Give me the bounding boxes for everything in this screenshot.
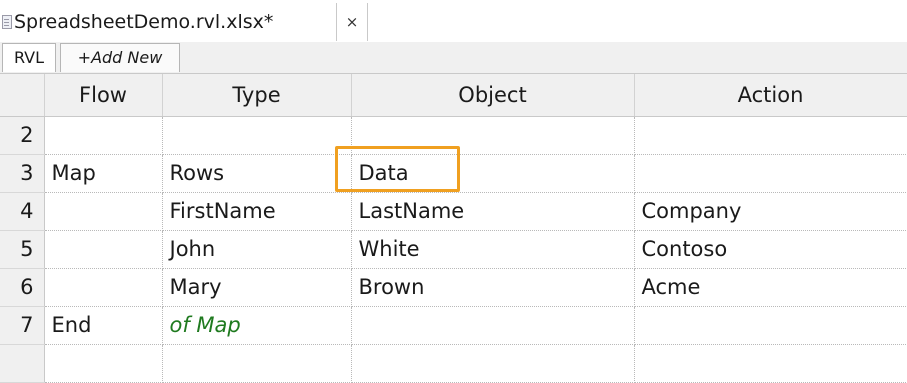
spreadsheet-grid: Flow Type Object Action 2 3 Map Rows Dat…: [0, 74, 907, 383]
cell-type[interactable]: Rows: [162, 154, 352, 193]
column-header-row: Flow Type Object Action: [0, 74, 907, 117]
row-header[interactable]: 2: [0, 116, 45, 155]
table-row: 3 Map Rows Data: [0, 154, 907, 193]
cell-action[interactable]: [634, 306, 907, 345]
document-tab-strip: SpreadsheetDemo.rvl.xlsx* ×: [0, 0, 907, 43]
cell-action[interactable]: [634, 344, 907, 383]
cell-type[interactable]: Mary: [162, 268, 352, 307]
cell-type-comment[interactable]: of Map: [162, 306, 352, 345]
cell-flow[interactable]: End: [44, 306, 163, 345]
cell-action[interactable]: [634, 116, 907, 155]
cell-type[interactable]: [162, 116, 352, 155]
cell-action[interactable]: Company: [634, 192, 907, 231]
row-header[interactable]: 7: [0, 306, 45, 345]
file-icon: [2, 15, 12, 29]
cell-type[interactable]: John: [162, 230, 352, 269]
cell-flow[interactable]: [44, 192, 163, 231]
table-row: 5 John White Contoso: [0, 230, 907, 269]
cell-object[interactable]: LastName: [351, 192, 635, 231]
cell-action[interactable]: Acme: [634, 268, 907, 307]
column-header-object[interactable]: Object: [351, 74, 635, 117]
cell-object[interactable]: [351, 306, 635, 345]
cell-flow[interactable]: [44, 268, 163, 307]
cell-flow[interactable]: [44, 230, 163, 269]
cell-type[interactable]: FirstName: [162, 192, 352, 231]
cell-object[interactable]: Brown: [351, 268, 635, 307]
sheet-tab-rvl[interactable]: RVL: [2, 43, 56, 72]
cell-action[interactable]: [634, 154, 907, 193]
row-header[interactable]: [0, 344, 45, 383]
column-header-flow[interactable]: Flow: [44, 74, 163, 117]
row-header[interactable]: 4: [0, 192, 45, 231]
sheet-tab-strip: RVL +Add New: [0, 42, 907, 74]
close-icon: ×: [345, 13, 359, 31]
table-row: 7 End of Map: [0, 306, 907, 345]
cell-flow[interactable]: Map: [44, 154, 163, 193]
add-new-sheet-tab[interactable]: +Add New: [60, 43, 180, 72]
cell-flow[interactable]: [44, 344, 163, 383]
document-tab[interactable]: SpreadsheetDemo.rvl.xlsx*: [0, 3, 337, 41]
cell-object[interactable]: [351, 116, 635, 155]
cell-object-selected[interactable]: Data: [351, 154, 635, 193]
row-header[interactable]: 6: [0, 268, 45, 307]
cell-type[interactable]: [162, 344, 352, 383]
table-row: [0, 344, 907, 383]
row-header[interactable]: 3: [0, 154, 45, 193]
cell-object[interactable]: [351, 344, 635, 383]
column-header-type[interactable]: Type: [162, 74, 352, 117]
column-header-action[interactable]: Action: [634, 74, 907, 117]
document-tab-title: SpreadsheetDemo.rvl.xlsx*: [14, 11, 274, 33]
cell-flow[interactable]: [44, 116, 163, 155]
cell-object[interactable]: White: [351, 230, 635, 269]
corner-cell[interactable]: [0, 74, 45, 117]
table-row: 6 Mary Brown Acme: [0, 268, 907, 307]
row-header[interactable]: 5: [0, 230, 45, 269]
table-row: 2: [0, 116, 907, 155]
table-row: 4 FirstName LastName Company: [0, 192, 907, 231]
close-tab-button[interactable]: ×: [337, 3, 368, 41]
cell-action[interactable]: Contoso: [634, 230, 907, 269]
